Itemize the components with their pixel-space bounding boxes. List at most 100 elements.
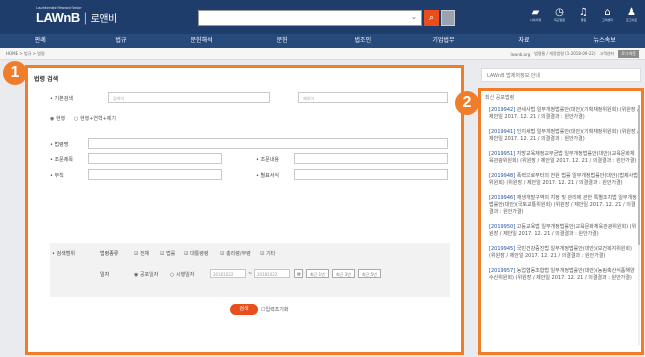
breadcrumb-support[interactable]: 고객센터 <box>600 51 615 57</box>
period-1year-button[interactable]: 최근 1년 <box>306 269 329 278</box>
list-item-code: [2019941] <box>489 129 516 135</box>
menu-item-3[interactable]: 문헌 <box>242 34 323 48</box>
radio-promulgation[interactable]: ◉ 공포일자 <box>134 271 158 278</box>
main-menu: 판례 법규 문헌해석 문헌 법조인 기업법무 자료 뉴스속보 <box>0 34 645 48</box>
history-icon: ◷ <box>555 7 564 18</box>
article-content-label: • 조문내용 <box>256 157 279 163</box>
date-from-input[interactable]: 20161022 <box>210 269 246 278</box>
breadcrumb-notice[interactable]: 법령통 / 개정법령 (1-2018-09-22) <box>534 51 595 57</box>
checkbox-decree-label: 대통령령 <box>190 251 209 257</box>
reset-label: 입력조기화 <box>265 307 289 313</box>
search-range-label: • 검색범위 <box>52 251 75 257</box>
radio-current-label: 현행 <box>55 116 66 122</box>
scrollbar[interactable] <box>638 105 640 345</box>
article-title-label: • 조문제목 <box>50 157 73 163</box>
folder-icon: ▰ <box>531 7 540 18</box>
article-title-input[interactable] <box>88 153 222 164</box>
top-bar: Law Information Research Service LAWnB | 로… <box>0 0 645 34</box>
list-item[interactable]: [2019946] 재생개발구역의 지정 및 관리에 관한 특별조치법 일부개정… <box>489 195 639 216</box>
logo-korean: 로앤비 <box>90 14 118 25</box>
callout-badge-1: 1 <box>3 61 27 85</box>
date-label: 일자 <box>100 272 110 278</box>
checkbox-all-label: 전체 <box>140 251 150 257</box>
law-type-label: 법령종류 <box>100 251 119 257</box>
list-item[interactable]: [2019945] 국민건강증진법 일부개정법률안(대안)(보건복지위원회) (… <box>489 246 639 260</box>
right-info-title[interactable]: LAWnB 법제처정보 안내 <box>481 68 641 82</box>
logo[interactable]: Law Information Research Service LAWnB | 로… <box>36 5 118 25</box>
bell-label: 알림 <box>580 18 587 22</box>
menu-item-0[interactable]: 판례 <box>0 34 81 48</box>
chat-button[interactable]: ⌂ 고객센터 <box>598 7 617 22</box>
logo-tagline: Law Information Research Service <box>36 5 82 10</box>
list-item[interactable]: [2019941] 인지세법 일부개정법률안(대안)(기획재정위원회) (위원장… <box>489 129 639 143</box>
scrollbar-thumb[interactable] <box>638 105 640 245</box>
bell-icon: ♫ <box>579 7 588 18</box>
law-name-input[interactable] <box>88 138 448 149</box>
period-3year-button[interactable]: 최근 3년 <box>332 269 355 278</box>
search-button[interactable]: ⌕ <box>424 10 439 26</box>
appendix-input[interactable] <box>88 169 222 180</box>
logout-button[interactable]: 로그아웃 <box>618 50 639 58</box>
list-item[interactable]: [2019948] 폭력으로부터의 전원 법률 일부개정법률안(대안)(법제사법… <box>489 173 639 187</box>
radio-current[interactable]: ◉ 현행 <box>50 115 65 122</box>
checkbox-law-label: 법률 <box>166 251 176 257</box>
menu-item-5[interactable]: 기업법무 <box>403 34 484 48</box>
calendar-icon[interactable]: ▦ <box>294 269 303 278</box>
checkbox-law[interactable]: ☑ 법률 <box>160 250 175 257</box>
list-item[interactable]: [2019957] 농업협동조합법 일부개정법률안(대안)(농림축산식품해양수산… <box>489 268 639 282</box>
radio-all[interactable]: ○ 현행+연혁+예기 <box>74 115 116 122</box>
list-item[interactable]: [2019950] 고등교육법 일부개정법률안(교육문화체육관광위원회) (위원… <box>489 224 639 238</box>
article-content-input[interactable] <box>294 153 448 164</box>
reset-button[interactable]: ☐입력조기화 <box>261 306 289 313</box>
menu-item-6[interactable]: 자료 <box>484 34 565 48</box>
list-item[interactable]: [2019951] 지방교육재정교부금법 일부개정법률안(대안)(교육문화체육관… <box>489 151 639 165</box>
appendix-label: • 부칙 <box>50 173 64 179</box>
checkbox-all[interactable]: ☑ 전체 <box>134 250 149 257</box>
breadcrumb: HOME > 법규 > 법령 <box>6 51 45 56</box>
checkbox-ordinance[interactable]: ☑ 총리령/부령 <box>220 250 251 257</box>
basic-search-input[interactable]: 검색어 <box>108 92 270 103</box>
search-range-section: • 검색범위 법령종류 ☑ 전체 ☑ 법률 ☑ 대통령령 ☑ 총리령/부령 ☑ … <box>50 243 450 297</box>
bell-button[interactable]: ♫ 알림 <box>574 7 593 22</box>
chevron-down-icon[interactable]: ⌄ <box>411 13 417 21</box>
date-range-dash: ~ <box>248 271 253 277</box>
callout-badge-2: 2 <box>455 91 479 115</box>
radio-enforcement-label: 시행일자 <box>175 272 195 278</box>
list-item[interactable]: [2019942] 관세사법 일부개정법률안(대안)(기획재정위원회) (위원장… <box>489 107 639 121</box>
history-label: 최근열람 <box>553 18 566 22</box>
list-item-code: [2019957] <box>489 268 516 274</box>
user-label: 로그아웃 <box>625 18 638 22</box>
search-input[interactable]: ⌄ <box>198 10 422 26</box>
menu-item-4[interactable]: 법조인 <box>323 34 404 48</box>
folder-button[interactable]: ▰ 나의서재 <box>526 7 545 22</box>
list-item-code: [2019951] <box>489 151 516 157</box>
appendix-form-input[interactable] <box>294 169 448 180</box>
search-submit-button[interactable]: 검색 <box>230 304 258 315</box>
period-5year-button[interactable]: 최근 5년 <box>358 269 381 278</box>
menu-item-2[interactable]: 문헌해석 <box>161 34 242 48</box>
chat-label: 고객센터 <box>601 18 614 22</box>
list-item-code: [2019950] <box>489 224 516 230</box>
radio-promulgation-label: 공포일자 <box>139 272 159 278</box>
user-icon: ♟ <box>627 7 636 18</box>
checkbox-other[interactable]: ☑ 기타 <box>260 250 275 257</box>
menu-item-7[interactable]: 뉴스속보 <box>564 34 645 48</box>
checkbox-decree[interactable]: ☑ 대통령령 <box>184 250 208 257</box>
basic-search-label: • 기본검색 <box>50 96 73 102</box>
menu-item-1[interactable]: 법규 <box>81 34 162 48</box>
search-panel: 법령 검색 • 기본검색 검색어 제외어 ◉ 현행 ○ 현행+연혁+예기 • 법… <box>25 65 464 355</box>
history-button[interactable]: ◷ 최근열람 <box>550 7 569 22</box>
chat-icon: ⌂ <box>604 7 611 18</box>
date-to-input[interactable]: 20181022 <box>254 269 290 278</box>
breadcrumb-site[interactable]: lawnb.org <box>511 52 531 57</box>
radio-enforcement[interactable]: ○ 시행일자 <box>170 271 194 278</box>
exclude-search-input[interactable]: 제외어 <box>298 92 448 103</box>
checkbox-other-label: 기타 <box>266 251 276 257</box>
user-button[interactable]: ♟ 로그아웃 <box>622 7 641 22</box>
search-icon: ⌕ <box>428 13 435 23</box>
recent-laws-header: 최신 공포법령 <box>485 95 515 101</box>
detail-search-button[interactable] <box>441 10 455 26</box>
list-item-code: [2019945] <box>489 246 516 252</box>
appendix-form-label: • 별표서식 <box>256 173 279 179</box>
logo-text: LAWnB <box>36 10 80 25</box>
